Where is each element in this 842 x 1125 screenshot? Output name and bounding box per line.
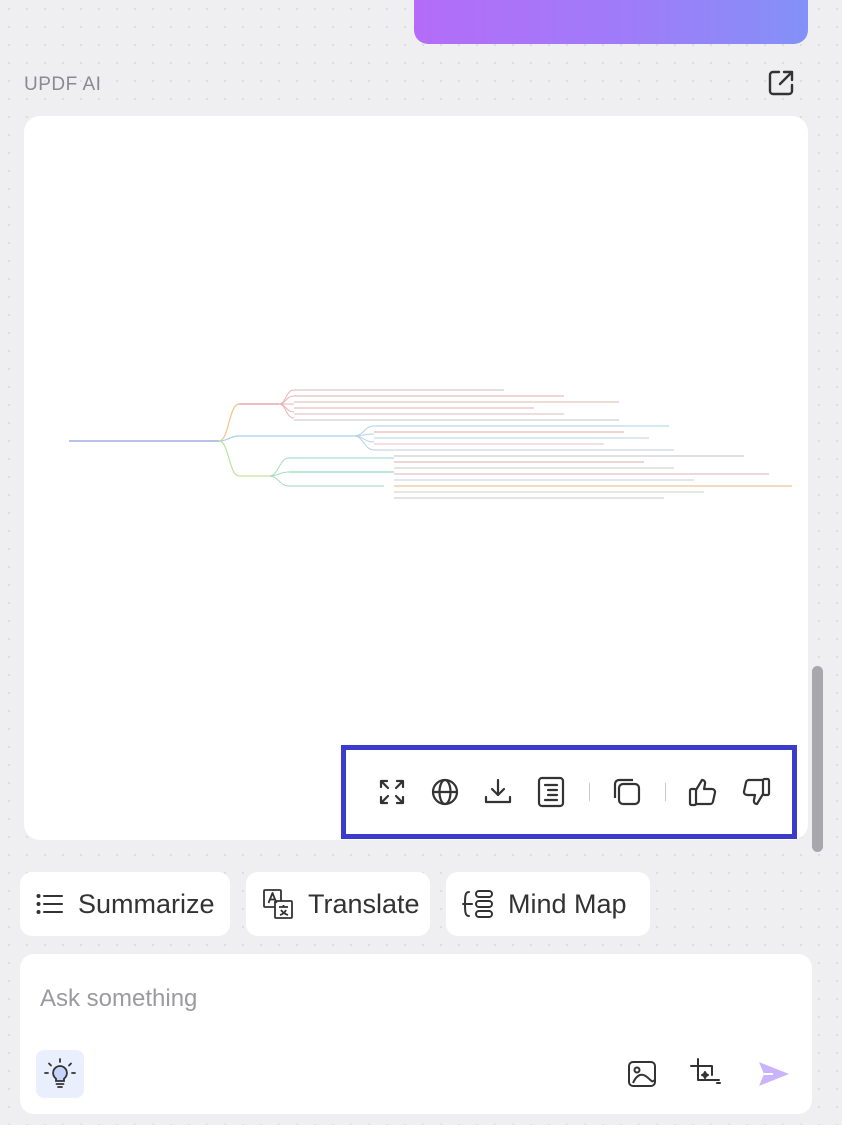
fullscreen-icon	[379, 779, 404, 805]
mind-map-label: Mind Map	[508, 888, 627, 919]
thumbs-up-icon	[689, 778, 717, 807]
download-button[interactable]	[480, 772, 515, 812]
translate-response-button[interactable]	[427, 772, 462, 812]
summarize-label: Summarize	[78, 888, 215, 919]
export-button[interactable]	[764, 66, 798, 100]
screenshot-crop-icon	[690, 1058, 721, 1084]
assistant-label: UPDF AI	[24, 74, 102, 95]
prompt-ideas-button[interactable]	[36, 1050, 84, 1098]
ai-response-card	[24, 116, 808, 840]
translate-button[interactable]: Translate	[246, 872, 430, 936]
view-document-button[interactable]	[534, 772, 569, 812]
chat-input-box	[20, 954, 812, 1114]
translate-label: Translate	[308, 888, 420, 919]
fullscreen-button[interactable]	[374, 772, 409, 812]
lightbulb-icon	[44, 1058, 76, 1088]
response-actions-toolbar	[341, 745, 797, 839]
globe-icon	[431, 778, 458, 806]
send-icon	[759, 1062, 789, 1086]
user-message-bubble	[414, 0, 808, 44]
image-icon	[628, 1061, 656, 1087]
download-icon	[484, 778, 512, 804]
copy-button[interactable]	[610, 772, 645, 812]
toolbar-divider	[588, 783, 590, 801]
ask-input[interactable]	[38, 978, 782, 1020]
translate-icon	[262, 888, 294, 920]
toolbar-divider	[664, 783, 666, 801]
mind-map-icon	[462, 888, 494, 920]
chat-scrollbar[interactable]	[812, 666, 823, 852]
document-icon	[537, 776, 565, 808]
mind-map-button[interactable]: Mind Map	[446, 872, 650, 936]
summarize-button[interactable]: Summarize	[20, 872, 230, 936]
list-icon	[36, 888, 64, 920]
upload-image-button[interactable]	[624, 1056, 660, 1092]
send-button[interactable]	[754, 1056, 794, 1092]
thumbs-up-button[interactable]	[686, 772, 721, 812]
thumbs-down-button[interactable]	[739, 772, 774, 812]
mind-map-preview[interactable]	[64, 386, 804, 626]
copy-icon	[614, 778, 641, 806]
thumbs-down-icon	[743, 777, 771, 806]
screenshot-button[interactable]	[688, 1056, 724, 1092]
external-link-icon	[768, 70, 794, 96]
